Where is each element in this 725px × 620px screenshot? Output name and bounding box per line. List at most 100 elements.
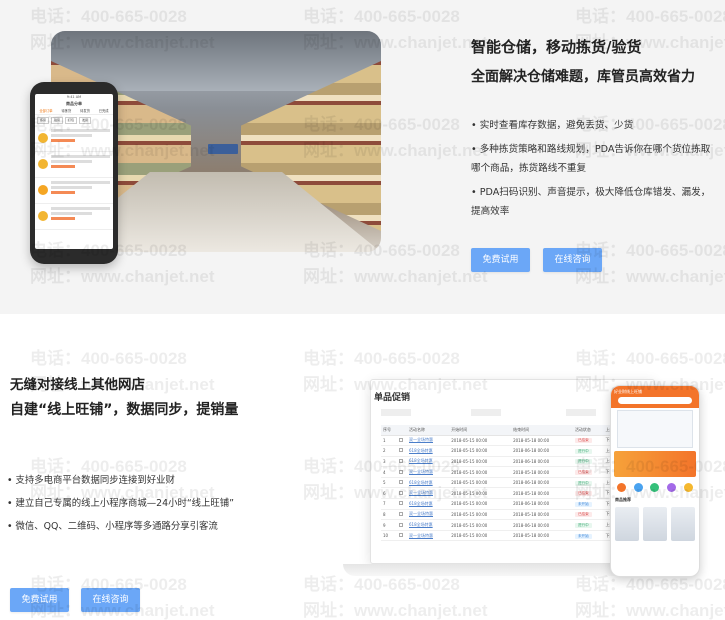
section-smart-warehouse: 9:41 AM 商品分单 全部订单 待拣货 待发货 已完成 拣货 验货 打包 发… bbox=[0, 0, 725, 314]
table-cell bbox=[397, 487, 407, 500]
table-cell: 2018-05-15 00:00 bbox=[449, 519, 512, 531]
table-header-cell: 开始时间 bbox=[449, 425, 512, 436]
phone-tab: 已完成 bbox=[98, 109, 109, 113]
table-row[interactable]: 5 618全场特惠 2018-05-15 00:00 2018-06-18 00:00… bbox=[381, 477, 649, 489]
table-cell bbox=[397, 477, 407, 489]
product-thumb bbox=[38, 159, 48, 169]
mall-search-bar bbox=[618, 397, 692, 404]
online-consult-button[interactable]: 在线咨询 bbox=[81, 588, 140, 612]
free-trial-button[interactable]: 免费试用 bbox=[471, 248, 530, 272]
mall-screenshot bbox=[617, 410, 693, 448]
table-row[interactable]: 8 双一全场特惠 2018-05-15 00:00 2018-05-18 00:00 已… bbox=[381, 509, 649, 521]
phone-chips: 拣货 验货 打包 发货 bbox=[35, 115, 113, 126]
product-image bbox=[671, 507, 695, 541]
table-cell: 2018-05-18 00:00 bbox=[511, 530, 573, 542]
table-cell: 2018-06-18 00:00 bbox=[511, 445, 573, 457]
mockup-title: 单品促销 bbox=[374, 393, 411, 403]
table-cell: 7 bbox=[381, 498, 398, 510]
table-cell[interactable]: 618全场特惠 bbox=[407, 445, 450, 457]
warehouse-sign bbox=[208, 144, 238, 154]
table-cell: 进行中 bbox=[572, 456, 604, 468]
table-cell[interactable]: 双一全场特惠 bbox=[407, 509, 450, 521]
table-cell: 2018-05-15 00:00 bbox=[449, 498, 512, 510]
table-cell: 进行中 bbox=[572, 519, 604, 531]
table-header-cell: 序号 bbox=[381, 425, 398, 436]
pda-phone-screen: 9:41 AM 商品分单 全部订单 待拣货 待发货 已完成 拣货 验货 打包 发… bbox=[35, 94, 113, 249]
table-cell[interactable]: 618全场特惠 bbox=[407, 456, 450, 468]
table-row[interactable]: 4 双一全场特惠 2018-05-15 00:00 2018-05-18 00:00 已… bbox=[381, 466, 649, 478]
product-image bbox=[615, 507, 639, 541]
table-cell[interactable]: 双一全场特惠 bbox=[407, 435, 450, 447]
table-cell bbox=[397, 435, 407, 447]
table-row[interactable]: 2 618全场特惠 2018-05-15 00:00 2018-06-18 00:00… bbox=[381, 445, 649, 457]
table-cell: 2018-05-15 00:00 bbox=[449, 466, 512, 478]
table-row[interactable]: 9 618全场特惠 2018-05-15 00:00 2018-06-18 00:00… bbox=[381, 519, 649, 531]
mall-header: 好业财线上旺铺 bbox=[611, 386, 699, 408]
table-cell: 9 bbox=[381, 519, 398, 531]
table-row[interactable]: 1 双一全场特惠 2018-05-15 00:00 2018-05-18 00:00 已… bbox=[381, 435, 649, 447]
feature-item: • 实时查看库存数据，避免丢货、少货 bbox=[471, 120, 634, 131]
table-cell: 4 bbox=[381, 466, 398, 478]
table-cell bbox=[397, 445, 407, 457]
pda-phone-mockup: 9:41 AM 商品分单 全部订单 待拣货 待发货 已完成 拣货 验货 打包 发… bbox=[30, 82, 118, 264]
phone-chip: 打包 bbox=[65, 117, 78, 124]
table-cell: 未开始 bbox=[572, 498, 604, 510]
category-icon bbox=[616, 483, 626, 492]
section1-feature-list: • 实时查看库存数据，避免丢货、少货 • 多种拣货策略和路线规划，PDA告诉你在… bbox=[471, 116, 716, 226]
table-cell: 5 bbox=[381, 477, 398, 489]
phone-tab: 全部订单 bbox=[39, 109, 53, 113]
product-thumb bbox=[38, 211, 48, 221]
table-cell[interactable]: 618全场特惠 bbox=[407, 477, 450, 489]
table-cell: 2018-05-18 00:00 bbox=[511, 509, 573, 521]
table-cell: 已结束 bbox=[572, 435, 604, 447]
phone-title: 商品分单 bbox=[66, 101, 82, 106]
product-image bbox=[643, 507, 667, 541]
table-cell bbox=[397, 519, 407, 531]
phone-chip: 发货 bbox=[79, 117, 92, 124]
section2-title: 无缝对接线上其他网店 bbox=[10, 377, 145, 393]
category-icon bbox=[684, 483, 694, 492]
table-row[interactable]: 3 618全场特惠 2018-05-15 00:00 2018-06-18 00:00… bbox=[381, 456, 649, 468]
table-row[interactable]: 10 双一全场特惠 2018-05-15 00:00 2018-05-18 00:00… bbox=[381, 530, 649, 542]
feature-item: • 建立自己专属的线上小程序商城—24小时“线上旺铺” bbox=[7, 498, 235, 509]
mall-phone-mockup: 好业财线上旺铺 商品推荐 bbox=[610, 385, 700, 577]
table-cell: 2018-05-18 00:00 bbox=[511, 487, 573, 500]
table-cell: 已结束 bbox=[572, 487, 604, 500]
table-header-cell: 结束时间 bbox=[511, 425, 573, 436]
table-header-cell: 活动状态 bbox=[572, 425, 604, 436]
free-trial-button[interactable]: 免费试用 bbox=[10, 588, 69, 612]
table-cell: 2018-06-18 00:00 bbox=[511, 498, 573, 510]
table-cell: 进行中 bbox=[572, 477, 604, 489]
phone-list-item bbox=[35, 178, 113, 204]
product-thumb bbox=[38, 133, 48, 143]
phone-tab: 待拣货 bbox=[61, 109, 72, 113]
table-cell[interactable]: 618全场特惠 bbox=[407, 498, 450, 510]
promotion-table: 序号活动名称开始时间结束时间活动状态上架状态操作 1双一全场特惠2018-05-… bbox=[381, 425, 649, 542]
table-cell: 2018-05-15 00:00 bbox=[449, 509, 512, 521]
table-cell: 2018-05-15 00:00 bbox=[449, 456, 512, 468]
feature-item: • 多种拣货策略和路线规划，PDA告诉你在哪个货位拣取哪个商品，拣货路线不重复 bbox=[471, 144, 711, 174]
online-consult-button[interactable]: 在线咨询 bbox=[543, 248, 602, 272]
table-header-cell bbox=[397, 425, 407, 436]
phone-chip: 拣货 bbox=[37, 117, 50, 124]
phone-list-item bbox=[35, 152, 113, 178]
section2-feature-list: • 支持多电商平台数据同步连接到好业财 • 建立自己专属的线上小程序商城—24小… bbox=[7, 472, 272, 541]
table-cell: 1 bbox=[381, 435, 398, 447]
phone-list-item bbox=[35, 204, 113, 230]
feature-item: • 支持多电商平台数据同步连接到好业财 bbox=[7, 475, 175, 486]
table-row[interactable]: 6 双一全场特惠 2018-05-15 00:00 2018-05-18 00:00 已… bbox=[381, 487, 649, 500]
table-cell[interactable]: 双一全场特惠 bbox=[407, 530, 450, 542]
table-row[interactable]: 7 618全场特惠 2018-05-15 00:00 2018-06-18 00:00… bbox=[381, 498, 649, 510]
mall-category-icons bbox=[611, 480, 699, 495]
table-cell: 2018-05-15 00:00 bbox=[449, 487, 512, 500]
table-cell: 已结束 bbox=[572, 509, 604, 521]
phone-list-item bbox=[35, 126, 113, 152]
table-cell[interactable]: 双一全场特惠 bbox=[407, 466, 450, 478]
table-cell[interactable]: 618全场特惠 bbox=[407, 519, 450, 531]
table-cell[interactable]: 双一全场特惠 bbox=[407, 487, 450, 500]
table-cell: 8 bbox=[381, 509, 398, 521]
table-cell: 2018-05-15 00:00 bbox=[449, 530, 512, 542]
table-cell: 2018-05-18 00:00 bbox=[511, 435, 573, 447]
table-cell: 3 bbox=[381, 456, 398, 468]
table-cell: 2018-05-18 00:00 bbox=[511, 466, 573, 478]
